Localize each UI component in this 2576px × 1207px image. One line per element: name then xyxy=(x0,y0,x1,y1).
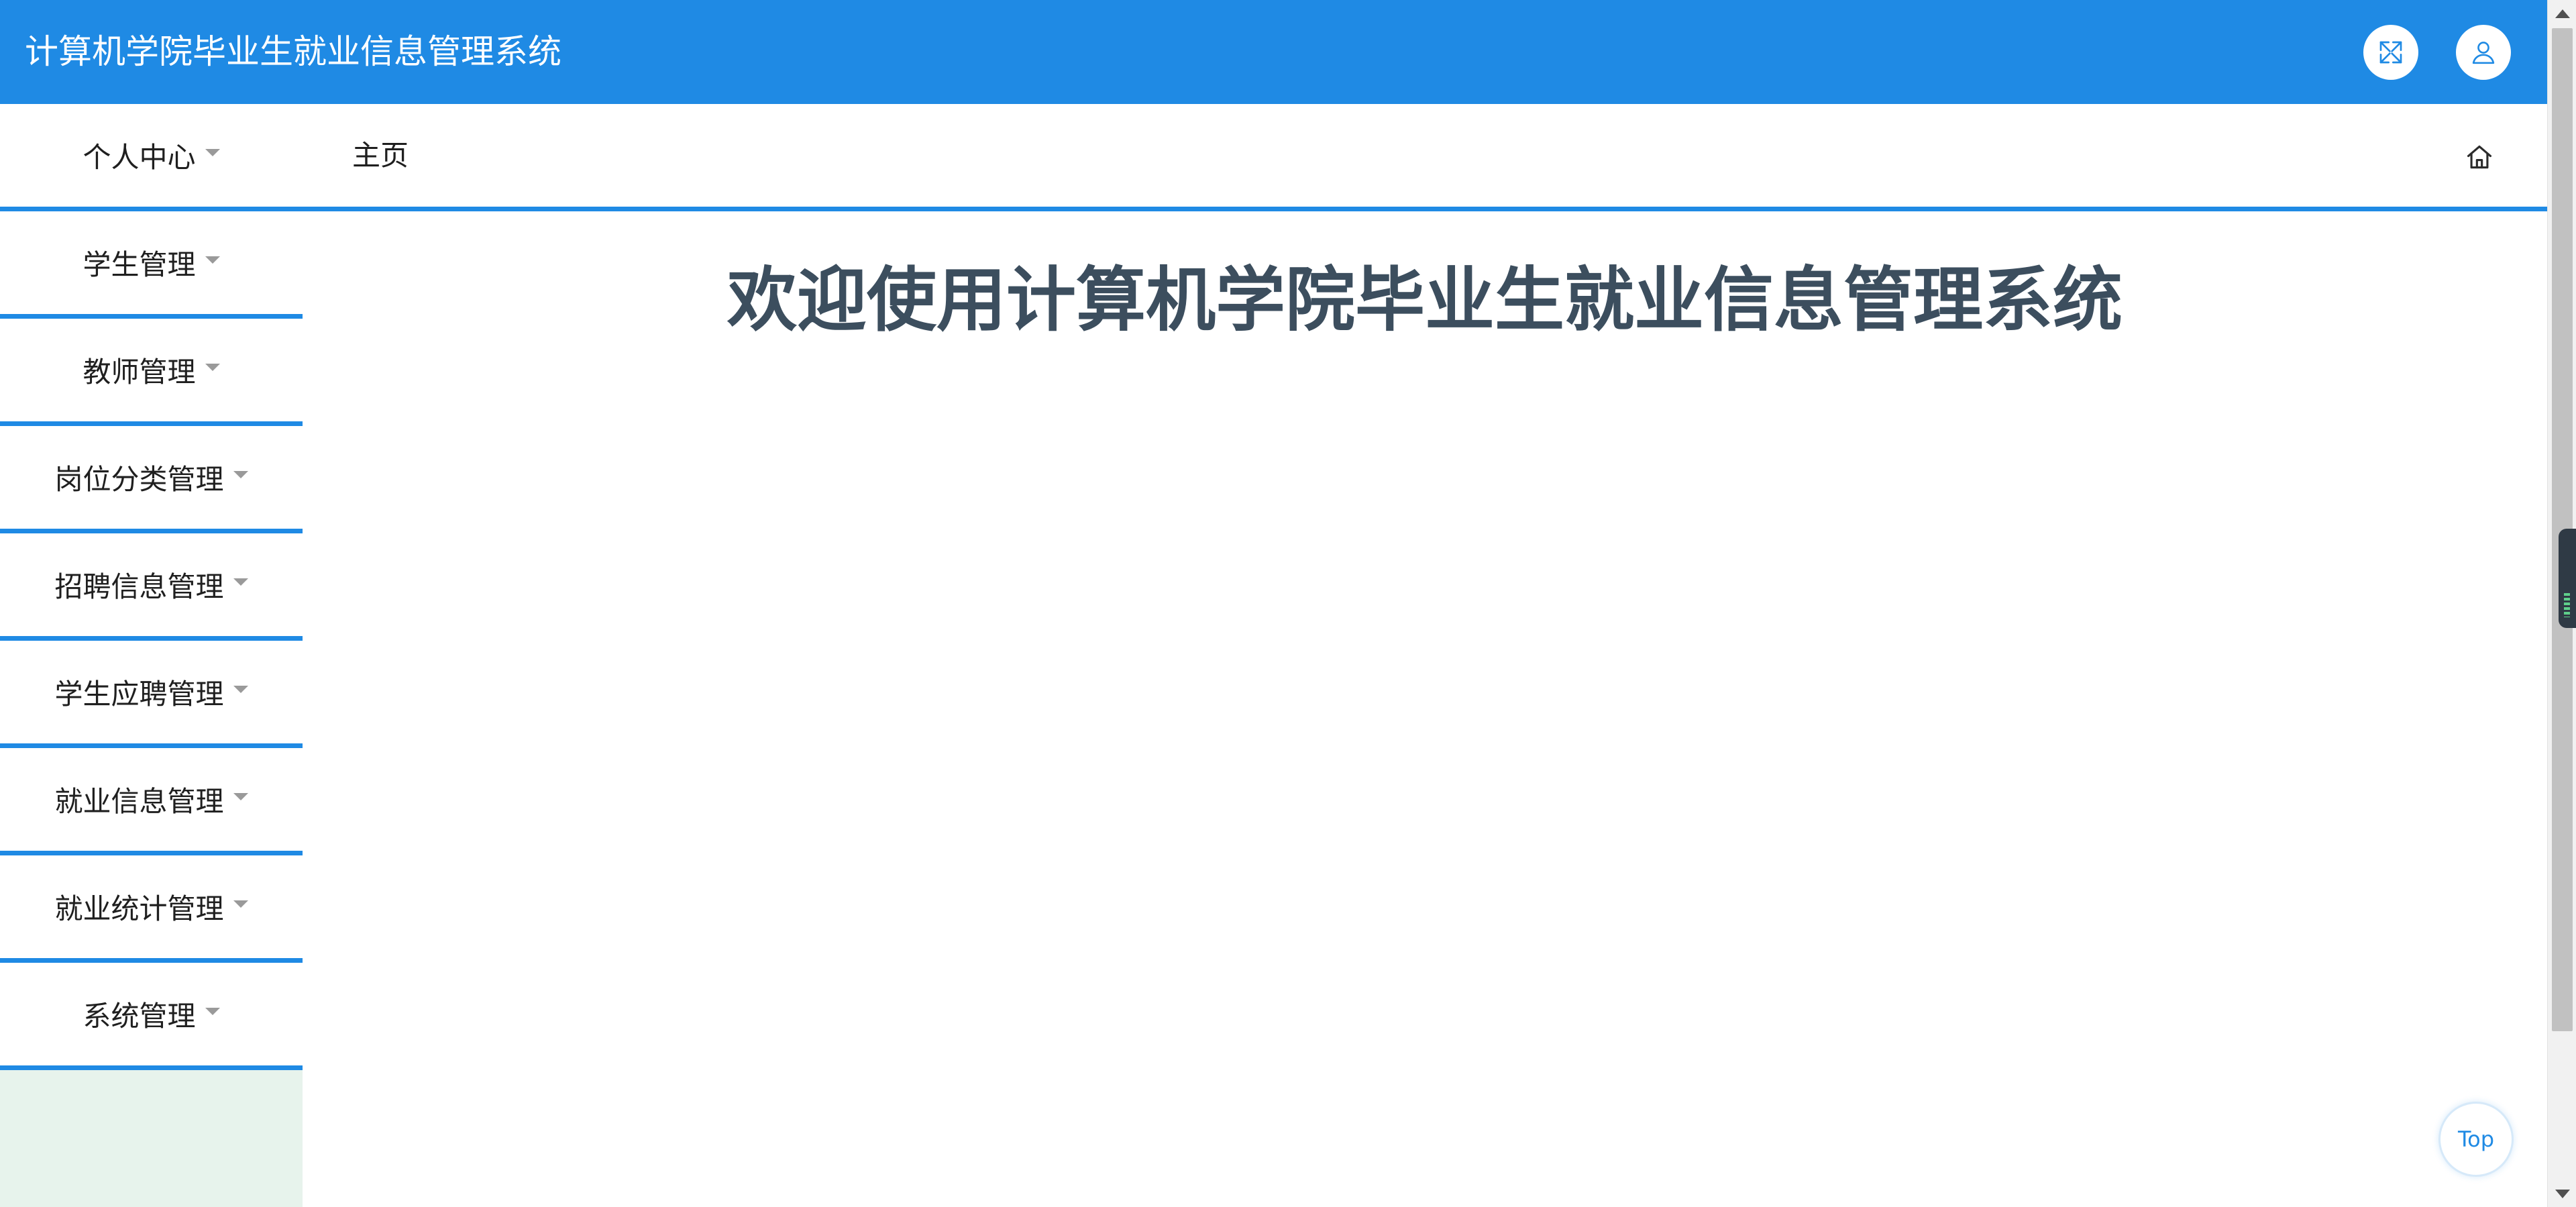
welcome-heading: 欢迎使用计算机学院毕业生就业信息管理系统 xyxy=(727,259,2123,341)
sidebar-menu: 个人中心 学生管理 教师管理 岗位分类管理 招聘信息管理 学生应聘管理 就业信息… xyxy=(0,104,303,1070)
user-menu-button[interactable] xyxy=(2456,25,2511,80)
main-content: 欢迎使用计算机学院毕业生就业信息管理系统 xyxy=(303,216,2547,1207)
sidebar: 个人中心 学生管理 教师管理 岗位分类管理 招聘信息管理 学生应聘管理 就业信息… xyxy=(0,104,303,1207)
caret-down-icon xyxy=(233,578,248,586)
back-to-top-button[interactable]: Top xyxy=(2438,1102,2514,1177)
user-icon xyxy=(2472,42,2495,64)
caret-down-icon xyxy=(205,364,220,371)
signal-icon xyxy=(2564,593,2570,617)
caret-down-icon xyxy=(233,793,248,800)
fullscreen-button[interactable] xyxy=(2363,25,2418,80)
caret-down-icon xyxy=(205,149,220,156)
expand-icon xyxy=(2379,41,2402,64)
sidebar-item-label: 系统管理 xyxy=(83,1000,196,1033)
sidebar-item-teacher-management[interactable]: 教师管理 xyxy=(0,319,303,426)
sidebar-item-label: 个人中心 xyxy=(83,141,196,174)
sidebar-item-employment-statistics-management[interactable]: 就业统计管理 xyxy=(0,855,303,963)
caret-down-icon xyxy=(233,900,248,908)
side-widget-handle[interactable] xyxy=(2559,529,2576,628)
caret-down-icon xyxy=(205,1008,220,1015)
sidebar-item-label: 就业统计管理 xyxy=(54,892,224,925)
tab-bar: 主页 xyxy=(303,104,2547,211)
app-title: 计算机学院毕业生就业信息管理系统 xyxy=(25,32,561,71)
sidebar-item-employment-info-management[interactable]: 就业信息管理 xyxy=(0,748,303,855)
sidebar-item-label: 就业信息管理 xyxy=(54,785,224,818)
sidebar-item-personal-center[interactable]: 个人中心 xyxy=(0,104,303,211)
arrow-up-icon xyxy=(2555,9,2570,18)
scroll-up-button[interactable] xyxy=(2548,0,2576,27)
sidebar-item-label: 学生管理 xyxy=(83,248,196,281)
caret-down-icon xyxy=(205,256,220,264)
home-icon[interactable] xyxy=(2465,142,2494,172)
caret-down-icon xyxy=(233,471,248,478)
sidebar-item-system-management[interactable]: 系统管理 xyxy=(0,963,303,1070)
sidebar-item-label: 学生应聘管理 xyxy=(54,678,224,711)
sidebar-item-label: 招聘信息管理 xyxy=(54,570,224,603)
sidebar-item-job-category-management[interactable]: 岗位分类管理 xyxy=(0,426,303,533)
sidebar-item-student-management[interactable]: 学生管理 xyxy=(0,211,303,319)
scroll-down-button[interactable] xyxy=(2548,1180,2576,1207)
arrow-down-icon xyxy=(2555,1189,2570,1198)
sidebar-item-recruitment-info-management[interactable]: 招聘信息管理 xyxy=(0,533,303,641)
top-header: 计算机学院毕业生就业信息管理系统 xyxy=(0,0,2547,104)
caret-down-icon xyxy=(233,686,248,693)
sidebar-item-label: 教师管理 xyxy=(83,356,196,388)
sidebar-item-student-application-management[interactable]: 学生应聘管理 xyxy=(0,641,303,748)
sidebar-item-label: 岗位分类管理 xyxy=(54,463,224,496)
tab-home[interactable]: 主页 xyxy=(352,104,409,207)
